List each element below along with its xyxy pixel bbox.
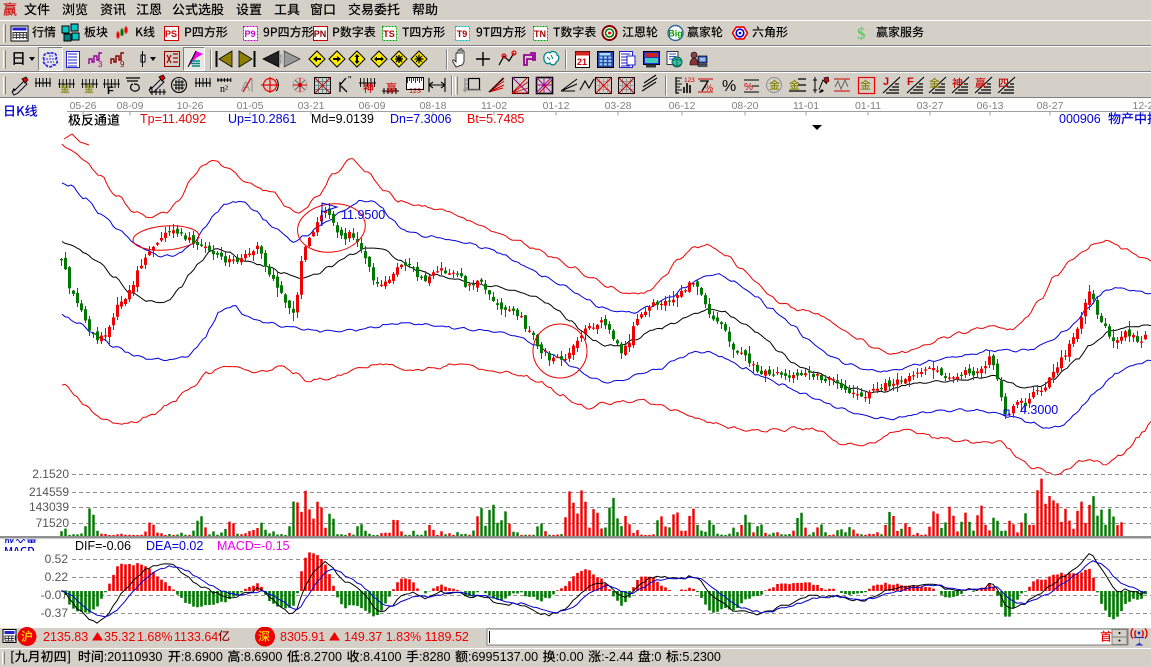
svg-text:Md=9.0139: Md=9.0139	[311, 112, 374, 126]
svg-text:PN: PN	[314, 29, 327, 39]
svg-text:3: 3	[98, 60, 103, 69]
svg-text::-2.44: :-2.44	[601, 650, 633, 664]
svg-text:MACD=-0.15: MACD=-0.15	[217, 539, 290, 553]
svg-text:08-18: 08-18	[420, 100, 447, 112]
svg-text:03-21: 03-21	[298, 100, 325, 112]
svg-text:08-27: 08-27	[1037, 100, 1064, 112]
svg-text::20110930: :20110930	[104, 650, 163, 664]
svg-text:4.3000: 4.3000	[1020, 403, 1058, 417]
svg-text:PS: PS	[165, 29, 177, 39]
svg-text::8.4100: :8.4100	[359, 650, 401, 664]
svg-text:06-12: 06-12	[669, 100, 696, 112]
svg-text:11.9500: 11.9500	[341, 208, 385, 222]
svg-text:03-28: 03-28	[605, 100, 632, 112]
svg-text:21: 21	[577, 57, 587, 67]
svg-text:1133.64: 1133.64	[174, 630, 218, 644]
svg-text:DEA=0.02: DEA=0.02	[146, 539, 203, 553]
svg-text:000906: 000906	[1059, 112, 1101, 126]
svg-text:%: %	[722, 78, 736, 95]
svg-text:J: J	[883, 76, 889, 88]
svg-text:11-02: 11-02	[481, 100, 507, 112]
svg-text:F: F	[107, 85, 114, 97]
svg-text::8.6900: :8.6900	[181, 650, 223, 664]
svg-text:9: 9	[120, 60, 125, 69]
svg-text:": "	[348, 75, 352, 86]
svg-text::8.6900: :8.6900	[240, 650, 282, 664]
svg-text:TS: TS	[383, 29, 395, 39]
svg-text:%: %	[744, 82, 753, 93]
svg-text:-0.37: -0.37	[41, 606, 69, 620]
svg-text::0: :0	[651, 650, 662, 664]
svg-text:35.32: 35.32	[104, 630, 135, 644]
svg-text::0.00: :0.00	[556, 650, 584, 664]
svg-text:214559: 214559	[29, 485, 69, 499]
svg-text:01-05: 01-05	[237, 100, 264, 112]
svg-text:149.37 1.83% 1189.52: 149.37 1.83% 1189.52	[344, 630, 469, 644]
svg-text:Tp=11.4092: Tp=11.4092	[140, 112, 206, 126]
svg-text::8280: :8280	[419, 650, 451, 664]
svg-text:F: F	[907, 76, 914, 88]
svg-text:1.68%: 1.68%	[137, 630, 172, 644]
svg-text:T9: T9	[457, 29, 468, 39]
svg-text:11-01: 11-01	[793, 100, 819, 112]
svg-text:Up=10.2861: Up=10.2861	[228, 112, 297, 126]
svg-text:Bt=5.7485: Bt=5.7485	[467, 112, 524, 126]
svg-text:8305.91: 8305.91	[280, 630, 325, 644]
svg-text:03-27: 03-27	[917, 100, 944, 112]
svg-text:12-2: 12-2	[1132, 100, 1151, 112]
svg-text:01-12: 01-12	[543, 100, 570, 112]
svg-text:DIF=-0.06: DIF=-0.06	[75, 539, 131, 553]
svg-text:%: %	[705, 83, 713, 93]
svg-text:TN: TN	[534, 29, 546, 39]
svg-text:71520: 71520	[36, 516, 70, 530]
svg-text:Dn=7.3006: Dn=7.3006	[390, 112, 452, 126]
svg-text:0.22: 0.22	[45, 570, 69, 584]
svg-text:123: 123	[409, 88, 421, 95]
svg-text:08-20: 08-20	[732, 100, 759, 112]
svg-text:05-26: 05-26	[70, 100, 97, 112]
svg-text:$: $	[857, 24, 866, 43]
svg-text::8.2700: :8.2700	[300, 650, 342, 664]
svg-text::5.2300: :5.2300	[679, 650, 721, 664]
svg-text:06-13: 06-13	[977, 100, 1004, 112]
svg-text::6995137.00: :6995137.00	[468, 650, 538, 664]
svg-text:0.52: 0.52	[45, 552, 69, 566]
svg-text:06-09: 06-09	[359, 100, 386, 112]
svg-text:n²: n²	[220, 84, 228, 95]
svg-text:2135.83: 2135.83	[43, 630, 88, 644]
svg-text:P9: P9	[244, 29, 255, 39]
svg-text:-0.07: -0.07	[41, 588, 69, 602]
svg-text:Big: Big	[668, 29, 683, 39]
svg-text:143039: 143039	[29, 500, 69, 514]
svg-text:08-09: 08-09	[117, 100, 144, 112]
svg-text:10-26: 10-26	[177, 100, 204, 112]
svg-text:01-11: 01-11	[855, 100, 881, 112]
svg-text:123: 123	[684, 77, 695, 84]
svg-text:2.1520: 2.1520	[32, 467, 69, 481]
